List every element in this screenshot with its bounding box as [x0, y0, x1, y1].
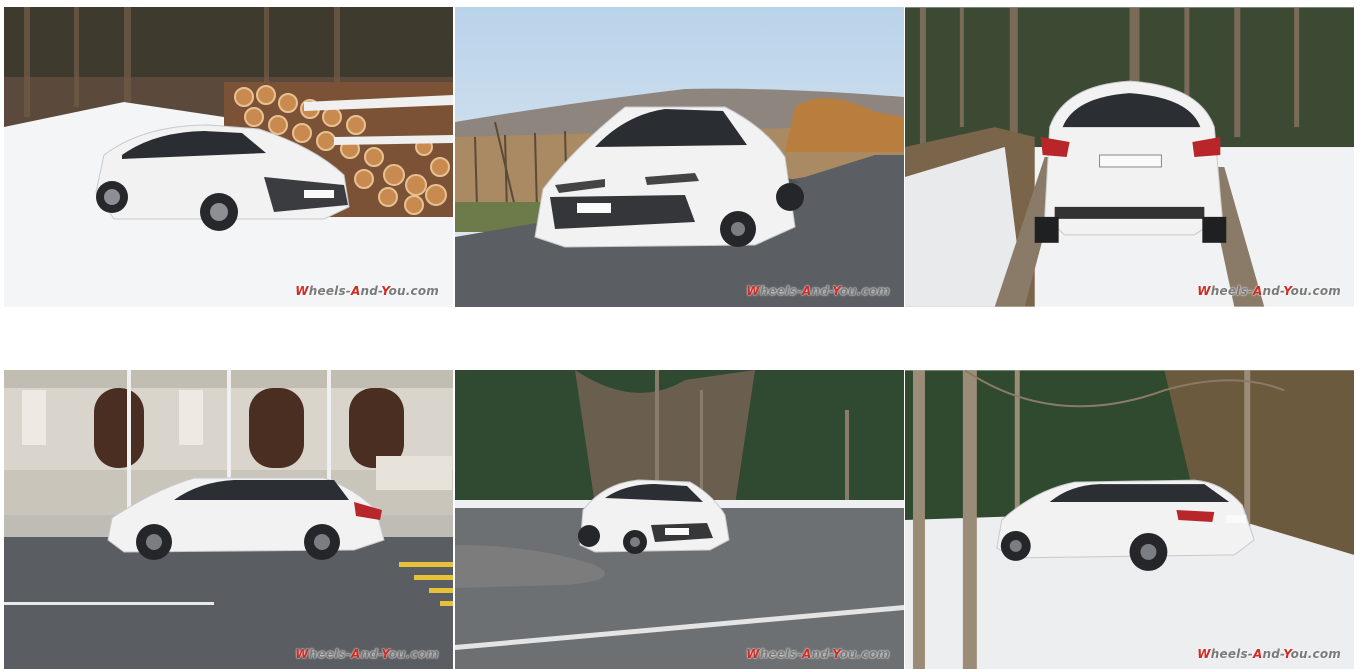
site-watermark: Wheels-And-You.com [1197, 647, 1341, 661]
site-watermark: Wheels-And-You.com [295, 284, 439, 298]
gallery-thumbnail-6[interactable]: Wheels-And-You.com [905, 370, 1355, 669]
car-photo-4 [4, 370, 453, 669]
photo-gallery: Wheels-And-You.com Wheels-And-You.com Wh… [0, 0, 1361, 669]
car-photo-2 [455, 7, 904, 307]
site-watermark: Wheels-And-You.com [1197, 284, 1341, 298]
car-photo-6 [905, 370, 1354, 669]
site-watermark: Wheels-And-You.com [746, 647, 890, 661]
site-watermark: Wheels-And-You.com [295, 647, 439, 661]
car-photo-1 [4, 7, 453, 307]
car-photo-3 [905, 7, 1354, 307]
gallery-thumbnail-5[interactable]: Wheels-And-You.com [455, 370, 904, 669]
gallery-thumbnail-3[interactable]: Wheels-And-You.com [905, 7, 1355, 307]
site-watermark: Wheels-And-You.com [746, 284, 890, 298]
gallery-thumbnail-4[interactable]: Wheels-And-You.com [4, 370, 453, 669]
gallery-thumbnail-1[interactable]: Wheels-And-You.com [4, 7, 453, 307]
gallery-thumbnail-2[interactable]: Wheels-And-You.com [455, 7, 904, 307]
car-photo-5 [455, 370, 904, 669]
